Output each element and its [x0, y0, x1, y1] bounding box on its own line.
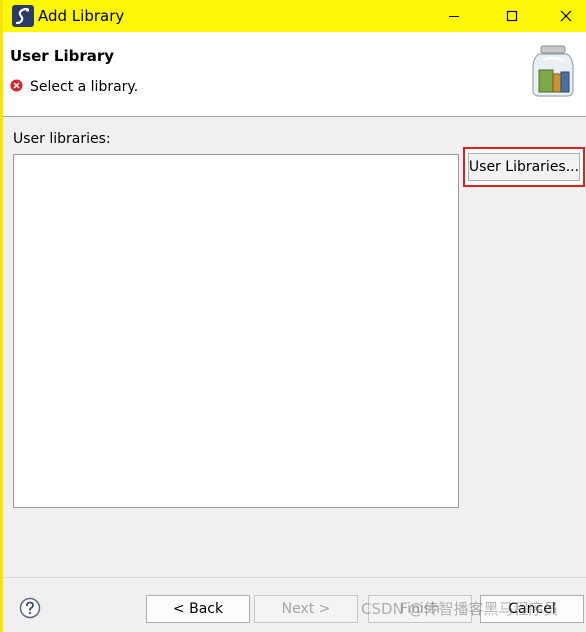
- wizard-header: User Library Select a library.: [3, 32, 586, 117]
- user-libraries-label: User libraries:: [13, 131, 111, 147]
- eclipse-app-icon: [12, 5, 34, 27]
- cancel-button[interactable]: Cancel: [480, 595, 584, 623]
- close-icon: [560, 10, 572, 22]
- maximize-icon: [506, 10, 518, 22]
- minimize-button[interactable]: [431, 0, 477, 32]
- user-libraries-list[interactable]: [13, 154, 459, 508]
- add-library-dialog: Add Library User Library Select a librar…: [0, 0, 586, 632]
- user-libraries-button[interactable]: User Libraries...: [468, 153, 580, 181]
- next-button[interactable]: Next >: [254, 595, 358, 623]
- status-message: Select a library.: [30, 79, 139, 95]
- help-icon[interactable]: [19, 597, 41, 619]
- close-button[interactable]: [543, 0, 586, 32]
- footer-divider: [3, 577, 586, 578]
- finish-button[interactable]: Finish: [368, 595, 472, 623]
- page-title: User Library: [10, 47, 115, 65]
- maximize-button[interactable]: [489, 0, 535, 32]
- library-jar-icon: [532, 45, 574, 97]
- user-libraries-highlight: User Libraries...: [463, 147, 585, 187]
- window-title: Add Library: [38, 7, 125, 25]
- error-icon: [10, 79, 23, 92]
- back-button[interactable]: < Back: [146, 595, 250, 623]
- title-bar[interactable]: Add Library: [3, 0, 586, 32]
- minimize-icon: [449, 16, 459, 17]
